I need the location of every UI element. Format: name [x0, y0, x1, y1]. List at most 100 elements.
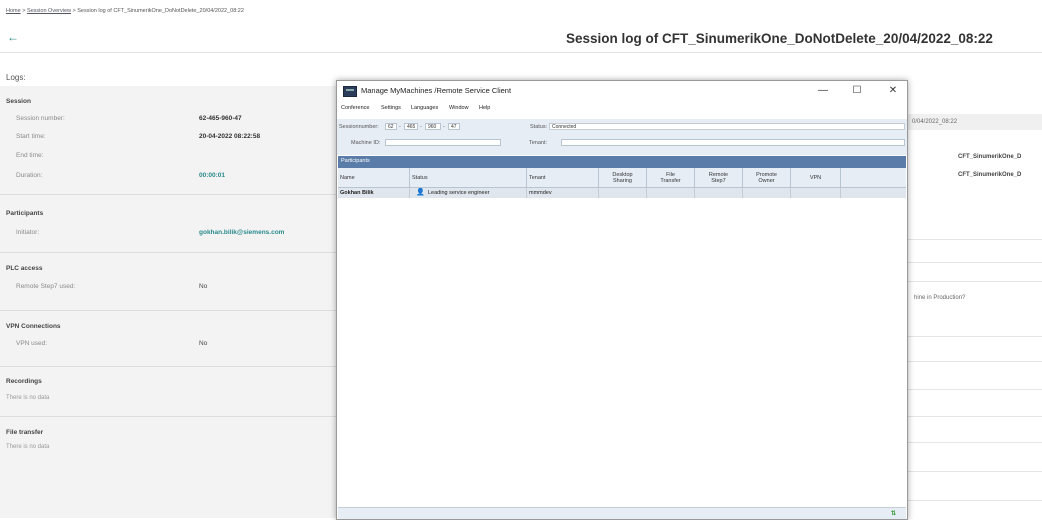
- machine-name-2: CFT_SinumerikOne_D: [958, 172, 1022, 178]
- production-question: hine in Production?: [914, 295, 966, 301]
- vpn-used-label: VPN used:: [16, 340, 48, 347]
- window-titlebar[interactable]: Manage MyMachines /Remote Service Client…: [337, 81, 907, 101]
- duration-value: 00:00:01: [199, 172, 226, 179]
- arrow-left-icon[interactable]: ←: [7, 30, 19, 44]
- menu-window[interactable]: Window: [449, 105, 469, 111]
- col-vpn[interactable]: VPN: [791, 168, 841, 187]
- initiator-label: Initiator:: [16, 229, 40, 236]
- menu-help[interactable]: Help: [479, 105, 490, 111]
- menu-conference[interactable]: Conference: [341, 105, 369, 111]
- remote-step7-value: No: [199, 283, 208, 290]
- divider: [906, 281, 1042, 282]
- vpn-section-title: VPN Connections: [6, 323, 61, 330]
- section-divider: [0, 252, 336, 253]
- divider: [906, 500, 1042, 501]
- col-promote-owner[interactable]: Promote Owner: [743, 168, 791, 187]
- menu-languages[interactable]: Languages: [411, 105, 438, 111]
- session-number-label: Session number:: [16, 115, 65, 122]
- breadcrumb-separator: >: [72, 8, 76, 14]
- notes-panel: 0/04/2022_08:22 CFT_SinumerikOne_D CFT_S…: [906, 86, 1042, 518]
- remote-step7-label: Remote Step7 used:: [16, 283, 76, 290]
- start-time-label: Start time:: [16, 133, 46, 140]
- breadcrumb-session-overview-link[interactable]: Session Overview: [27, 8, 71, 14]
- session-part-1[interactable]: 62: [385, 123, 397, 130]
- participant-tenant: mmmdev: [527, 188, 599, 198]
- section-divider: [0, 366, 336, 367]
- remote-step7-cell: [695, 188, 743, 198]
- col-file-transfer[interactable]: File Transfer: [647, 168, 695, 187]
- file-transfer-empty-text: There is no data: [6, 444, 50, 450]
- remote-service-client-window: Manage MyMachines /Remote Service Client…: [336, 80, 908, 520]
- col-tenant[interactable]: Tenant: [527, 168, 599, 187]
- app-icon: [343, 86, 357, 97]
- tenant-label: Tenant:: [529, 140, 548, 146]
- session-number-label: Sessionnumber:: [339, 124, 379, 130]
- participants-header: Participants: [338, 156, 906, 168]
- divider: [906, 361, 1042, 362]
- end-time-label: End time:: [16, 152, 44, 159]
- vpn-used-value: No: [199, 340, 208, 347]
- section-divider: [0, 310, 336, 311]
- session-section-title: Session: [6, 98, 31, 105]
- section-divider: [0, 416, 336, 417]
- breadcrumb-home-link[interactable]: Home: [6, 8, 21, 14]
- divider: [906, 262, 1042, 263]
- menu-settings[interactable]: Settings: [381, 105, 401, 111]
- page-title: Session log of CFT_SinumerikOne_DoNotDel…: [566, 31, 993, 46]
- initiator-value: gokhan.bilik@siemens.com: [199, 229, 285, 236]
- col-remote-step7[interactable]: Remote Step7: [695, 168, 743, 187]
- participants-section-title: Participants: [6, 210, 44, 217]
- plc-section-title: PLC access: [6, 265, 43, 272]
- participant-status: 👤 Leading service engineer: [410, 188, 527, 198]
- duration-label: Duration:: [16, 172, 43, 179]
- maximize-button[interactable]: ☐: [845, 83, 869, 98]
- col-name[interactable]: Name: [338, 168, 410, 187]
- promote-owner-cell: [743, 188, 791, 198]
- notes-field-value: 0/04/2022_08:22: [912, 119, 958, 125]
- participant-status-text: Leading service engineer: [428, 190, 490, 196]
- status-field: Connected: [549, 123, 905, 130]
- file-transfer-cell: [647, 188, 695, 198]
- breadcrumb: Home > Session Overview > Session log of…: [6, 8, 244, 14]
- participants-header-label: Participants: [341, 158, 370, 164]
- participants-table-header: Name Status Tenant Desktop Sharing File …: [338, 168, 906, 188]
- minimize-button[interactable]: —: [811, 83, 835, 98]
- status-label: Status:: [530, 124, 548, 130]
- logs-title: Logs:: [6, 73, 26, 82]
- person-icon: 👤: [416, 189, 425, 196]
- window-title: Manage MyMachines /Remote Service Client: [361, 86, 512, 95]
- recordings-empty-text: There is no data: [6, 395, 50, 401]
- participant-name: Gokhan Bilik: [338, 188, 410, 198]
- notes-field[interactable]: 0/04/2022_08:22: [906, 114, 1042, 130]
- tenant-field[interactable]: [561, 139, 905, 146]
- section-divider: [0, 194, 336, 195]
- close-button[interactable]: ✕: [881, 83, 905, 98]
- session-part-3[interactable]: 960: [425, 123, 441, 130]
- start-time-value: 20-04-2022 08:22:58: [199, 133, 261, 140]
- machine-name-1: CFT_SinumerikOne_D: [958, 154, 1022, 160]
- header-divider: [0, 52, 1042, 53]
- network-icon: ⇅: [891, 511, 897, 517]
- desktop-sharing-cell: [599, 188, 647, 198]
- dash: -: [420, 124, 422, 130]
- machine-id-label: Machine ID:: [351, 140, 381, 146]
- session-log-panel: Session Session number: 62-465-960-47 St…: [0, 86, 336, 518]
- dash: -: [399, 124, 401, 130]
- col-desktop-sharing[interactable]: Desktop Sharing: [599, 168, 647, 187]
- session-info-area: Sessionnumber: 62 - 465 - 960 - 47 Statu…: [337, 119, 907, 155]
- breadcrumb-separator: >: [22, 8, 26, 14]
- breadcrumb-current: Session log of CFT_SinumerikOne_DoNotDel…: [77, 8, 244, 14]
- divider: [906, 336, 1042, 337]
- session-number-value: 62-465-960-47: [199, 115, 242, 122]
- divider: [906, 239, 1042, 240]
- table-row[interactable]: Gokhan Bilik 👤 Leading service engineer …: [338, 188, 906, 198]
- machine-id-field[interactable]: [385, 139, 501, 146]
- recordings-section-title: Recordings: [6, 378, 42, 385]
- file-transfer-section-title: File transfer: [6, 429, 44, 436]
- session-part-2[interactable]: 465: [404, 123, 418, 130]
- dash: -: [443, 124, 445, 130]
- session-part-4[interactable]: 47: [448, 123, 460, 130]
- divider: [906, 442, 1042, 443]
- col-status[interactable]: Status: [410, 168, 527, 187]
- divider: [906, 471, 1042, 472]
